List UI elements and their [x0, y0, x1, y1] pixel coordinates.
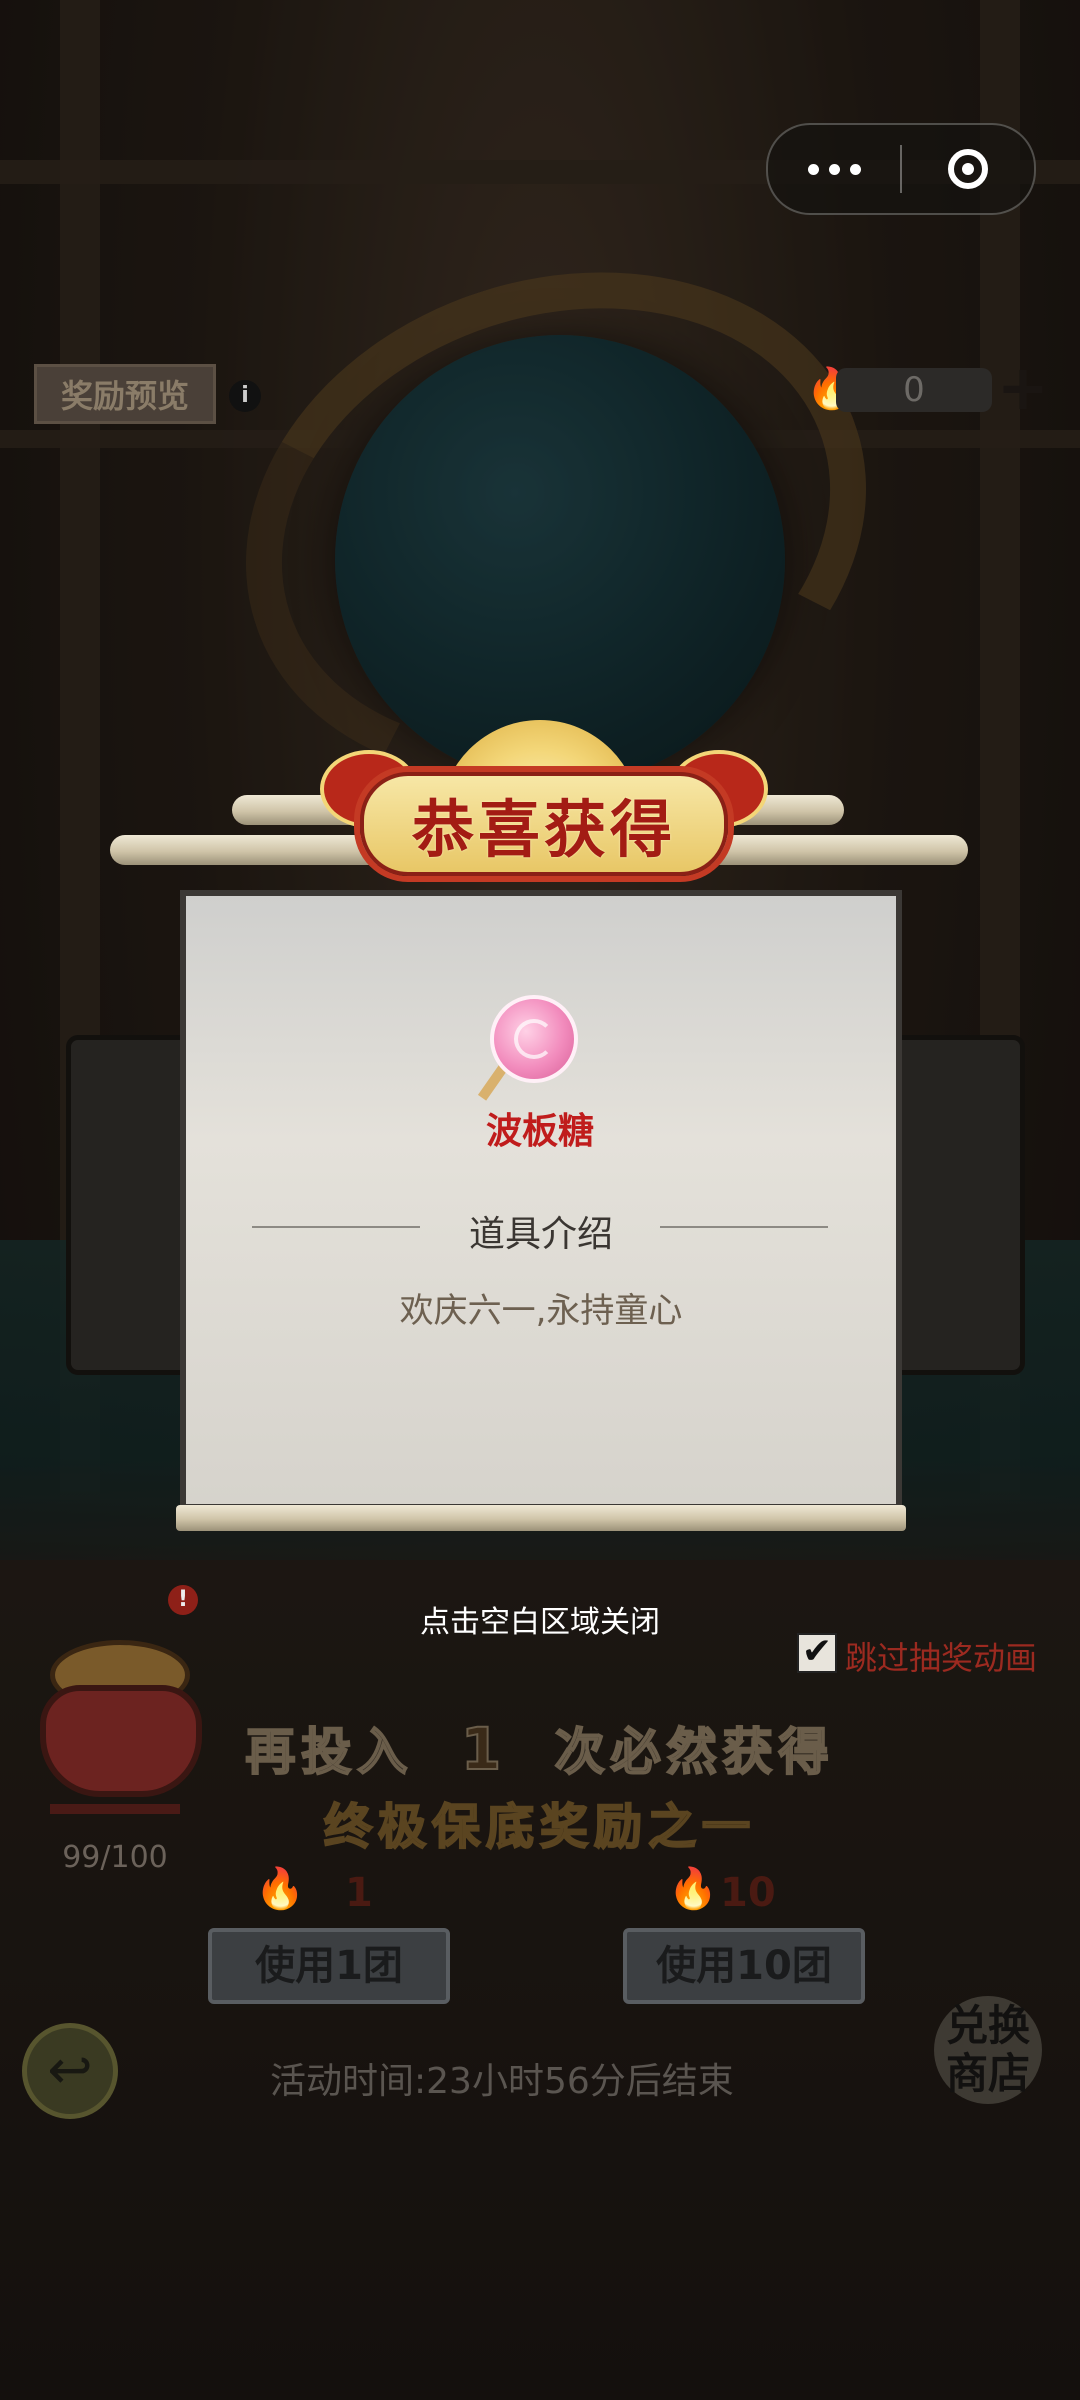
reward-panel: [180, 890, 902, 1510]
use-10-button[interactable]: 使用10团: [623, 1928, 865, 2004]
flame-icon: 🔥: [255, 1866, 305, 1912]
pity-number: 1: [460, 1714, 508, 1784]
pity-line-1: 再投入 1 次必然获得: [0, 1712, 1080, 1784]
reward-preview-button[interactable]: 奖励预览: [34, 364, 216, 424]
alert-badge: !: [168, 1585, 198, 1615]
scroll-rod-bottom: [176, 1505, 906, 1531]
cost-single: 1: [345, 1870, 373, 1916]
skip-animation-label[interactable]: 跳过抽奖动画: [845, 1633, 1037, 1679]
item-description: 欢庆六一,永持童心: [399, 1291, 683, 1331]
event-time: 活动时间:23小时56分后结束: [270, 2061, 734, 2102]
more-dots-icon[interactable]: [768, 163, 900, 175]
section-title: 道具介绍: [468, 1214, 613, 1255]
lollipop-icon: [490, 995, 578, 1083]
flame-icon: 🔥: [668, 1866, 718, 1912]
pity-prefix: 再投入: [244, 1722, 414, 1782]
plus-icon[interactable]: +: [997, 357, 1049, 419]
currency-value: 0: [836, 368, 992, 412]
exchange-shop-button[interactable]: 兑换商店: [934, 1996, 1042, 2104]
cost-ten: 10: [720, 1870, 776, 1916]
info-icon[interactable]: i: [229, 380, 261, 412]
skip-animation-checkbox[interactable]: ✔: [797, 1633, 837, 1673]
pity-line-2: 终极保底奖励之一: [323, 1798, 756, 1856]
item-name: 波板糖: [485, 1111, 594, 1152]
modal-title: 恭喜获得: [411, 793, 676, 866]
use-1-button[interactable]: 使用1团: [208, 1928, 450, 2004]
congrats-banner: 恭喜获得: [320, 720, 768, 890]
mini-program-capsule: [766, 123, 1036, 215]
pity-suffix: 次必然获得: [554, 1722, 835, 1782]
target-icon[interactable]: [902, 149, 1034, 189]
back-arrow-icon[interactable]: ↩: [22, 2023, 118, 2119]
